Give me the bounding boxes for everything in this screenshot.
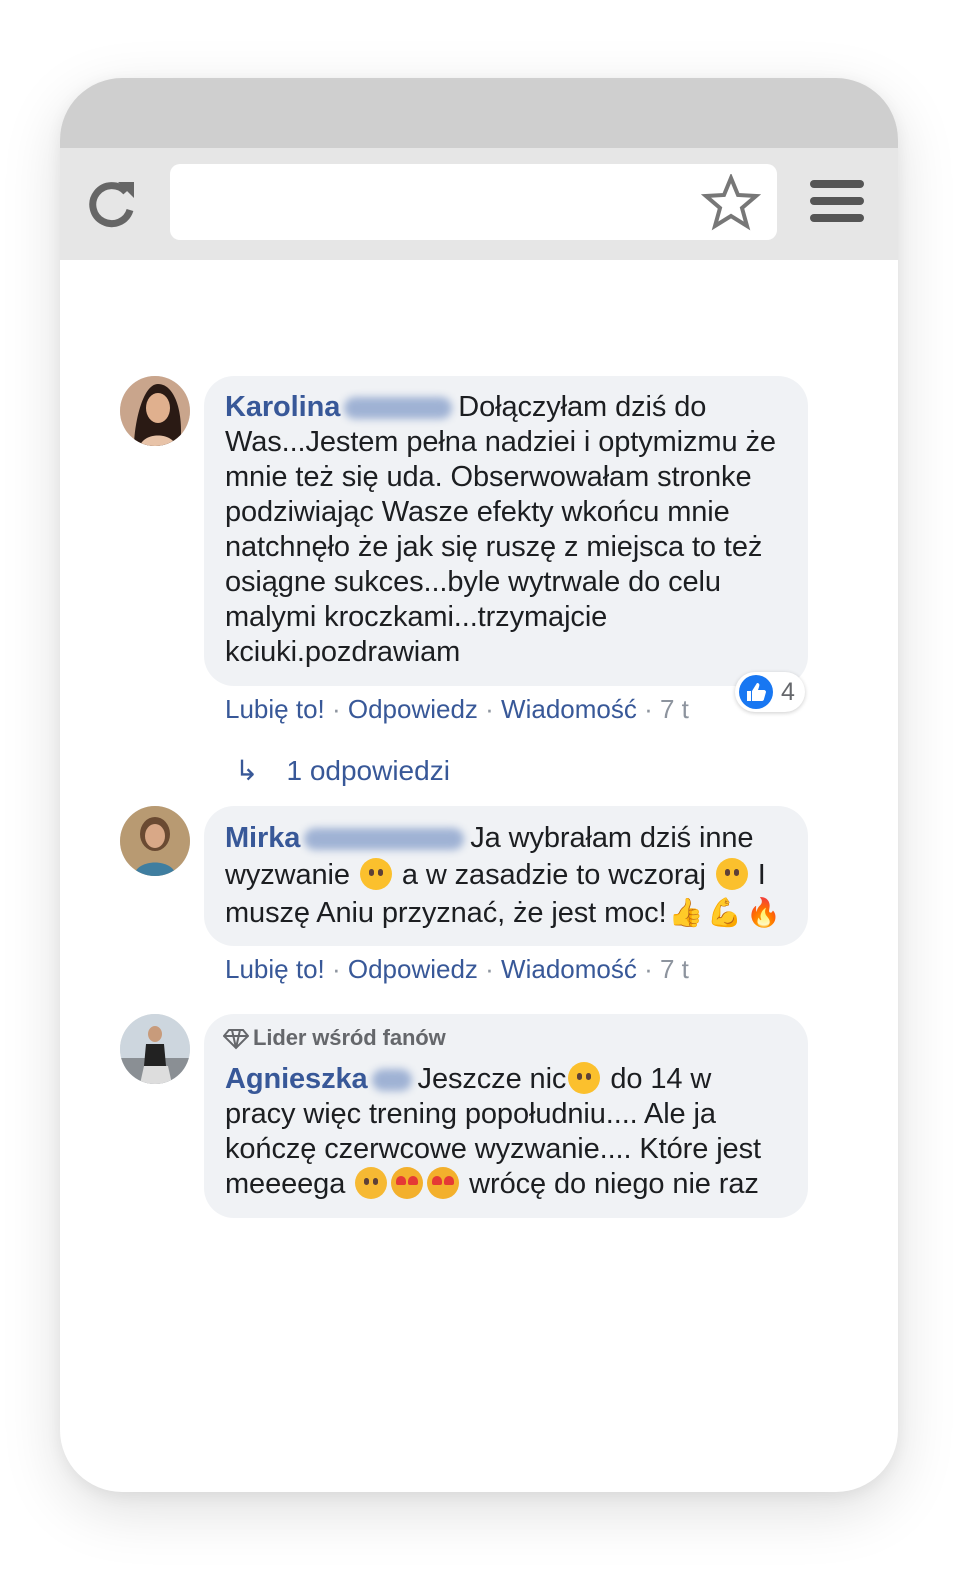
address-bar[interactable] bbox=[170, 164, 777, 240]
view-replies[interactable]: ↳ 1 odpowiedzi bbox=[235, 754, 450, 787]
like-link[interactable]: Lubię to! bbox=[225, 694, 325, 724]
phone-frame: Karolina Dołączyłam dziś do Was...Jestem … bbox=[60, 78, 898, 1492]
reply-arrow-icon: ↳ bbox=[235, 755, 259, 786]
blurred-surname bbox=[344, 397, 453, 420]
comment-text: Dołączyłam dziś do Was...Jestem pełna na… bbox=[225, 391, 776, 668]
blurred-surname bbox=[304, 828, 465, 851]
smile-emoji-icon bbox=[359, 858, 392, 890]
heart-eyes-emoji-icon bbox=[391, 1167, 424, 1199]
avatar[interactable] bbox=[120, 806, 190, 876]
comment-actions: Lubię to! · Odpowiedz · Wiadomość · 7 t bbox=[225, 954, 689, 984]
badge-label: Lider wśród fanów bbox=[253, 1025, 446, 1050]
thumbs-up-emoji-icon: 👍 bbox=[668, 897, 704, 928]
comment-actions: Lubię to! · Odpowiedz · Wiadomość · 7 t bbox=[225, 694, 689, 724]
diamond-icon bbox=[222, 1029, 250, 1050]
like-counter[interactable]: 4 bbox=[735, 672, 805, 712]
reply-link[interactable]: Odpowiedz bbox=[348, 694, 478, 724]
like-link[interactable]: Lubię to! bbox=[225, 954, 325, 984]
avatar[interactable] bbox=[120, 376, 190, 446]
comment-bubble: Mirka Ja wybrałam dziś inne wyzwanie a w … bbox=[204, 806, 808, 946]
star-icon[interactable] bbox=[701, 174, 761, 232]
timestamp: 7 t bbox=[659, 694, 689, 724]
thumbs-up-icon bbox=[739, 675, 773, 709]
heart-eyes-emoji-icon bbox=[427, 1167, 460, 1199]
message-link[interactable]: Wiadomość bbox=[501, 694, 637, 724]
comment-text-1: Jeszcze nic bbox=[417, 1063, 567, 1095]
replies-label: 1 odpowiedzi bbox=[286, 755, 450, 786]
reply-link[interactable]: Odpowiedz bbox=[348, 954, 478, 984]
grin-emoji-icon bbox=[715, 858, 748, 890]
fire-emoji-icon: 🔥 bbox=[746, 897, 781, 928]
browser-toolbar bbox=[60, 148, 898, 260]
like-count: 4 bbox=[781, 677, 795, 706]
author-name[interactable]: Agnieszka bbox=[225, 1063, 368, 1095]
top-fan-badge: Lider wśród fanów bbox=[222, 1024, 788, 1052]
author-name[interactable]: Karolina bbox=[225, 391, 340, 423]
kiss-emoji-icon bbox=[355, 1167, 388, 1199]
blurred-surname bbox=[371, 1069, 412, 1092]
message-link[interactable]: Wiadomość bbox=[501, 954, 637, 984]
reload-icon[interactable] bbox=[84, 176, 140, 232]
avatar[interactable] bbox=[120, 1014, 190, 1084]
comment-bubble: Lider wśród fanów Agnieszka Jeszcze nic d… bbox=[204, 1014, 808, 1218]
comment-text-2: a w zasadzie to wczoraj bbox=[401, 859, 706, 891]
comment-bubble: Karolina Dołączyłam dziś do Was...Jestem … bbox=[204, 376, 808, 686]
muscle-emoji-icon: 💪 bbox=[707, 897, 743, 928]
hamburger-menu-icon[interactable] bbox=[810, 180, 866, 228]
comment-text-3: wrócę do niego nie raz bbox=[469, 1168, 759, 1200]
author-name[interactable]: Mirka bbox=[225, 822, 300, 854]
grin-emoji-icon bbox=[568, 1062, 601, 1094]
phone-top-bar bbox=[60, 78, 898, 148]
timestamp: 7 t bbox=[659, 954, 689, 984]
